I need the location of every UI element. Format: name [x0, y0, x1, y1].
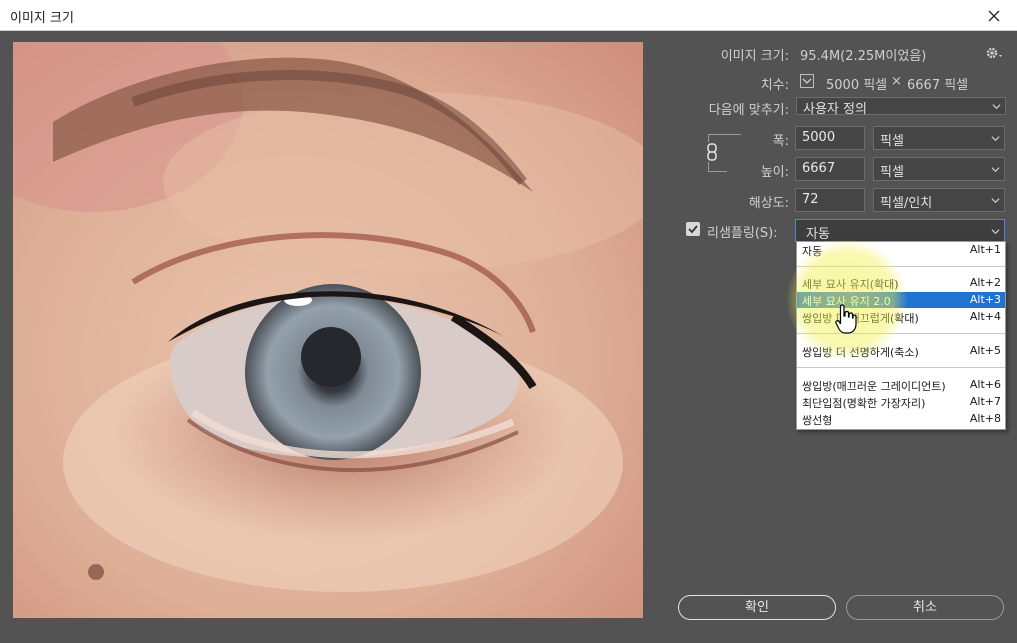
resample-option[interactable]: 쌍입방 더 선명하게(축소) Alt+5: [797, 343, 1005, 359]
close-icon: [988, 10, 1000, 21]
gear-icon: [986, 47, 1002, 59]
dimensions-label: 치수:: [760, 78, 789, 93]
eye-preview-image: [13, 42, 643, 618]
resample-select[interactable]: 자동: [795, 219, 1005, 242]
option-shortcut: Alt+2: [969, 276, 1001, 289]
option-shortcut: Alt+3: [969, 293, 1001, 306]
fit-to-select[interactable]: 사용자 정의: [796, 97, 1006, 117]
mouse-cursor: [834, 303, 858, 335]
separator: [797, 266, 1005, 267]
width-input[interactable]: 5000: [795, 126, 865, 150]
close-button[interactable]: [971, 0, 1017, 31]
width-unit-select[interactable]: 픽셀: [873, 126, 1005, 150]
height-label: 높이:: [760, 165, 789, 180]
option-label: 쌍입방(매끄러운 그레이디언트): [802, 380, 946, 393]
option-label: 쌍선형: [802, 414, 833, 427]
resample-option[interactable]: 쌍선형 Alt+8: [797, 411, 1005, 427]
resample-label: 리샘플링(S):: [707, 226, 778, 241]
resample-option[interactable]: 쌍입방(매끄러운 그레이디언트) Alt+6: [797, 377, 1005, 393]
resample-option[interactable]: 최단입점(명확한 가장자리) Alt+7: [797, 394, 1005, 410]
width-label: 폭:: [772, 134, 789, 149]
fit-to-label: 다음에 맞추기:: [708, 103, 789, 118]
resample-option[interactable]: 쌍입방 더 매끄럽게(확대) Alt+4: [797, 309, 1005, 325]
title-bar: 이미지 크기: [0, 0, 1017, 31]
dimensions-unit-toggle[interactable]: [800, 74, 814, 88]
resolution-input[interactable]: 72: [795, 188, 865, 212]
chevron-down-icon: [992, 104, 1001, 110]
separator: [797, 333, 1005, 334]
option-shortcut: Alt+6: [969, 378, 1001, 391]
resample-option[interactable]: 자동 Alt+1: [797, 242, 1005, 258]
resolution-unit-select[interactable]: 픽셀/인치: [873, 188, 1005, 212]
image-preview[interactable]: [13, 42, 643, 618]
separator: [797, 367, 1005, 368]
height-unit-value: 픽셀: [880, 165, 904, 180]
dimensions-width-value: 5000 픽셀: [826, 78, 888, 93]
checkmark-icon: [688, 225, 698, 234]
window-title: 이미지 크기: [10, 11, 74, 26]
chevron-down-icon: [991, 167, 1000, 173]
option-label: 쌍입방 더 선명하게(축소): [802, 346, 919, 359]
settings-menu-button[interactable]: [985, 45, 1005, 61]
resample-checkbox[interactable]: [686, 222, 700, 236]
resample-options-list: 자동 Alt+1 세부 묘사 유지(확대) Alt+2 세부 묘사 유지 2.0…: [796, 241, 1006, 430]
option-shortcut: Alt+4: [969, 310, 1001, 323]
fit-to-value: 사용자 정의: [803, 102, 867, 117]
dimensions-height-value: 6667 픽셀: [907, 78, 969, 93]
chain-link-icon: [707, 143, 717, 161]
option-shortcut: Alt+7: [969, 395, 1001, 408]
option-label: 최단입점(명확한 가장자리): [802, 397, 926, 410]
option-shortcut: Alt+5: [969, 344, 1001, 357]
hand-pointer-icon: [835, 304, 857, 334]
resolution-label: 해상도:: [748, 196, 789, 211]
option-label: 세부 묘사 유지(확대): [802, 278, 899, 291]
chevron-down-icon: [991, 229, 1000, 235]
height-unit-select[interactable]: 픽셀: [873, 157, 1005, 181]
option-shortcut: Alt+1: [969, 243, 1001, 256]
dimensions-times: ×: [891, 74, 902, 89]
option-label: 쌍입방 더 매끄럽게(확대): [802, 312, 919, 325]
constrain-proportions-button[interactable]: [704, 142, 720, 162]
resolution-unit-value: 픽셀/인치: [880, 196, 933, 211]
width-unit-value: 픽셀: [880, 134, 904, 149]
image-size-label: 이미지 크기:: [720, 49, 789, 64]
chevron-down-icon: [802, 78, 812, 84]
resample-option-selected[interactable]: 세부 묘사 유지 2.0 Alt+3: [797, 292, 1005, 308]
resample-option[interactable]: 세부 묘사 유지(확대) Alt+2: [797, 275, 1005, 291]
height-input[interactable]: 6667: [795, 157, 865, 181]
resample-value: 자동: [806, 227, 830, 242]
cancel-button[interactable]: 취소: [846, 595, 1004, 620]
image-size-value: 95.4M(2.25M이었음): [800, 49, 927, 64]
option-label: 자동: [802, 245, 823, 258]
chevron-down-icon: [991, 136, 1000, 142]
ok-button[interactable]: 확인: [678, 595, 836, 620]
option-shortcut: Alt+8: [969, 412, 1001, 425]
chevron-down-icon: [991, 198, 1000, 204]
